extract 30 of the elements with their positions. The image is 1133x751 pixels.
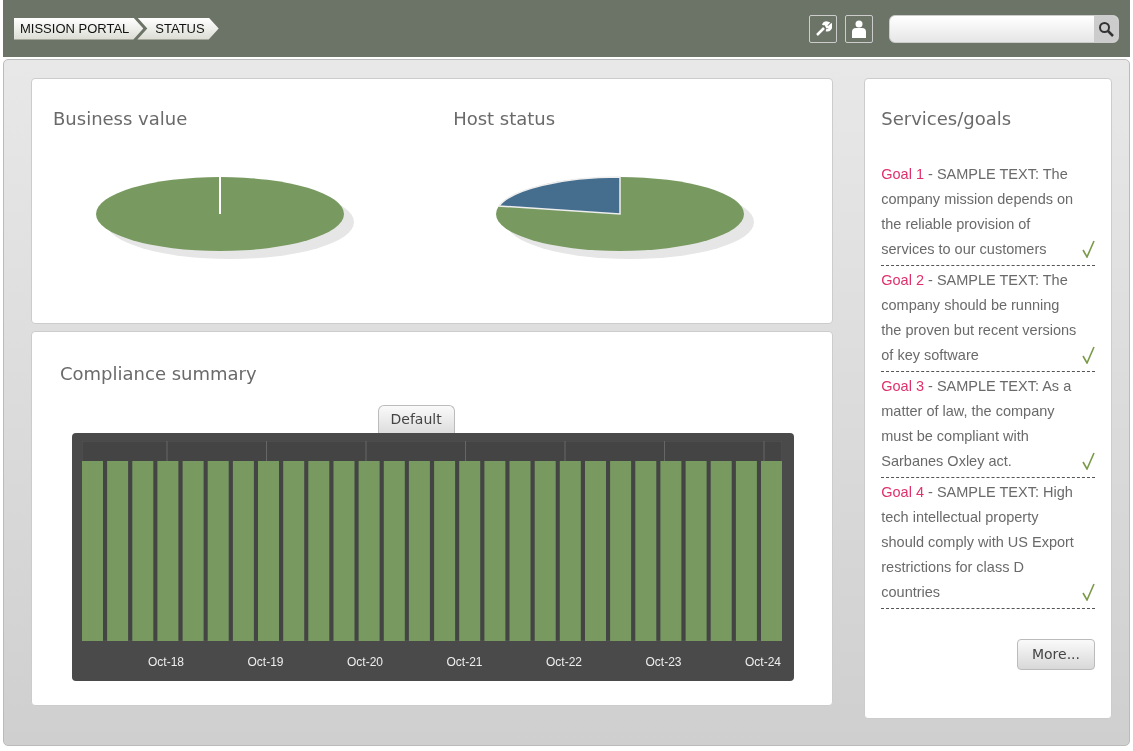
wrench-icon xyxy=(814,19,832,38)
legend-label: Default xyxy=(377,405,455,433)
goal-link[interactable]: Goal 4 xyxy=(881,484,924,500)
search-icon xyxy=(1098,20,1114,37)
chart-title: Host status xyxy=(453,107,557,131)
axis-label: Oct-19 xyxy=(247,654,284,671)
chart-title: Compliance summary xyxy=(60,362,258,386)
goal-link[interactable]: Goal 3 xyxy=(881,378,924,394)
search-field[interactable] xyxy=(889,14,1119,43)
user-icon xyxy=(851,19,867,38)
goal-text: Goal 4 - SAMPLE TEXT: High tech intellectual property should comply with US Export restrictions for class D countries xyxy=(881,483,1075,602)
goal-text: Goal 2 - SAMPLE TEXT: The company should be running the proven but recent versions of key software xyxy=(881,271,1078,365)
axis-label: Oct-24 xyxy=(745,654,781,671)
user-button[interactable] xyxy=(845,14,873,43)
settings-button[interactable] xyxy=(809,14,837,43)
axis-label: Oct-22 xyxy=(546,654,582,671)
goal-link[interactable]: Goal 1 xyxy=(881,166,924,182)
breadcrumb-link[interactable]: MISSION PORTAL xyxy=(14,17,144,40)
chart-title: Business value xyxy=(53,107,189,131)
more-button[interactable]: More... xyxy=(1016,639,1095,670)
panel-title: Services/goals xyxy=(881,107,1013,131)
axis-label: Oct-21 xyxy=(446,654,483,671)
axis-label: Oct-23 xyxy=(645,654,682,671)
goal-link[interactable]: Goal 2 xyxy=(881,272,924,288)
goal-text: Goal 1 - SAMPLE TEXT: The company mission depends on the reliable provision of services to our customers xyxy=(881,165,1075,259)
breadcrumb-link[interactable]: STATUS xyxy=(137,17,219,40)
axis-label: Oct-20 xyxy=(347,654,383,671)
axis-label: Oct-18 xyxy=(148,654,184,671)
search-button[interactable] xyxy=(1094,15,1118,42)
goal-text: Goal 3 - SAMPLE TEXT: As a matter of law, the company must be compliant with Sarbanes Oxley act. xyxy=(881,377,1073,471)
